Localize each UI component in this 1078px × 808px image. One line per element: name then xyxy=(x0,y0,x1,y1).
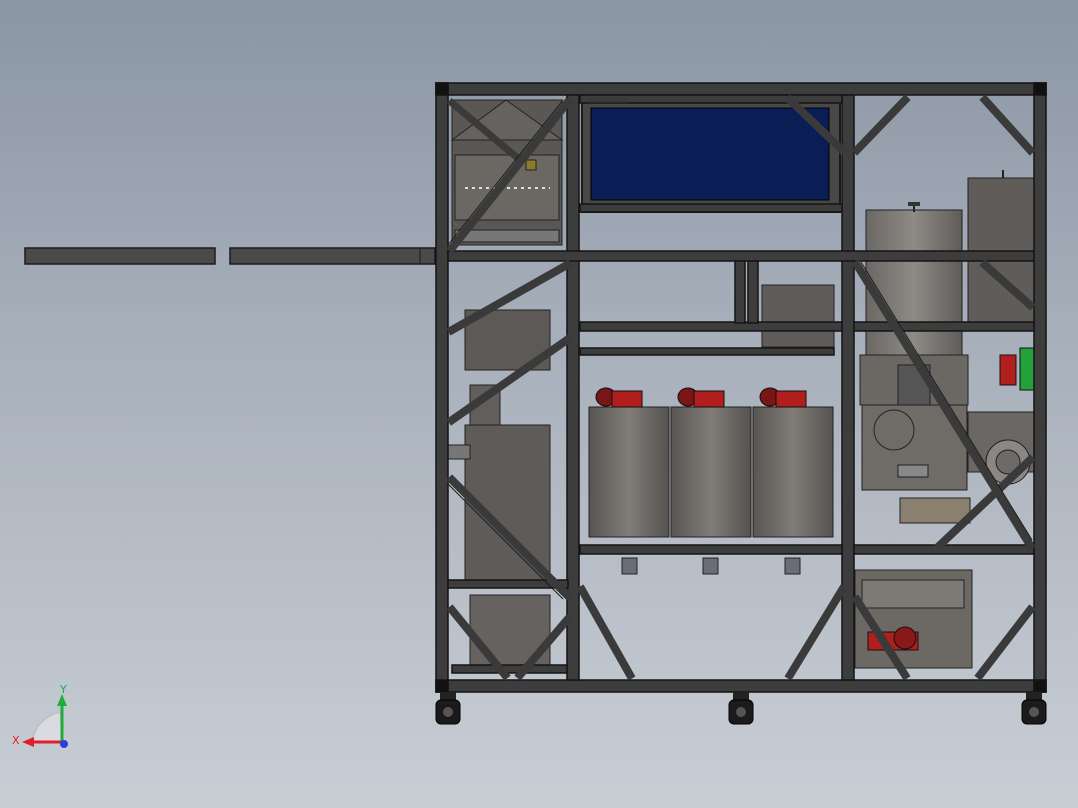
x-axis-head xyxy=(22,737,34,747)
caster-wheel xyxy=(1021,692,1047,725)
y-axis-label: Y xyxy=(59,684,67,696)
coordinate-triad: Y X xyxy=(12,684,68,748)
pump-motors xyxy=(595,387,807,408)
z-axis-dot xyxy=(60,740,68,748)
triad-plane xyxy=(31,711,63,743)
pump-motor xyxy=(595,387,643,408)
pump-motor xyxy=(677,387,725,408)
electrical-box xyxy=(761,284,835,348)
casters xyxy=(435,692,1047,725)
caster-wheel xyxy=(728,692,754,725)
machine-assembly-model[interactable] xyxy=(0,0,1078,808)
pump-motor xyxy=(759,387,807,408)
cad-viewport[interactable]: Y X xyxy=(0,0,1078,808)
caster-wheel xyxy=(435,692,461,725)
control-screen xyxy=(581,99,841,213)
x-axis-label: X xyxy=(12,734,20,747)
vertical-tank xyxy=(865,202,963,356)
extension-rail xyxy=(24,247,436,265)
